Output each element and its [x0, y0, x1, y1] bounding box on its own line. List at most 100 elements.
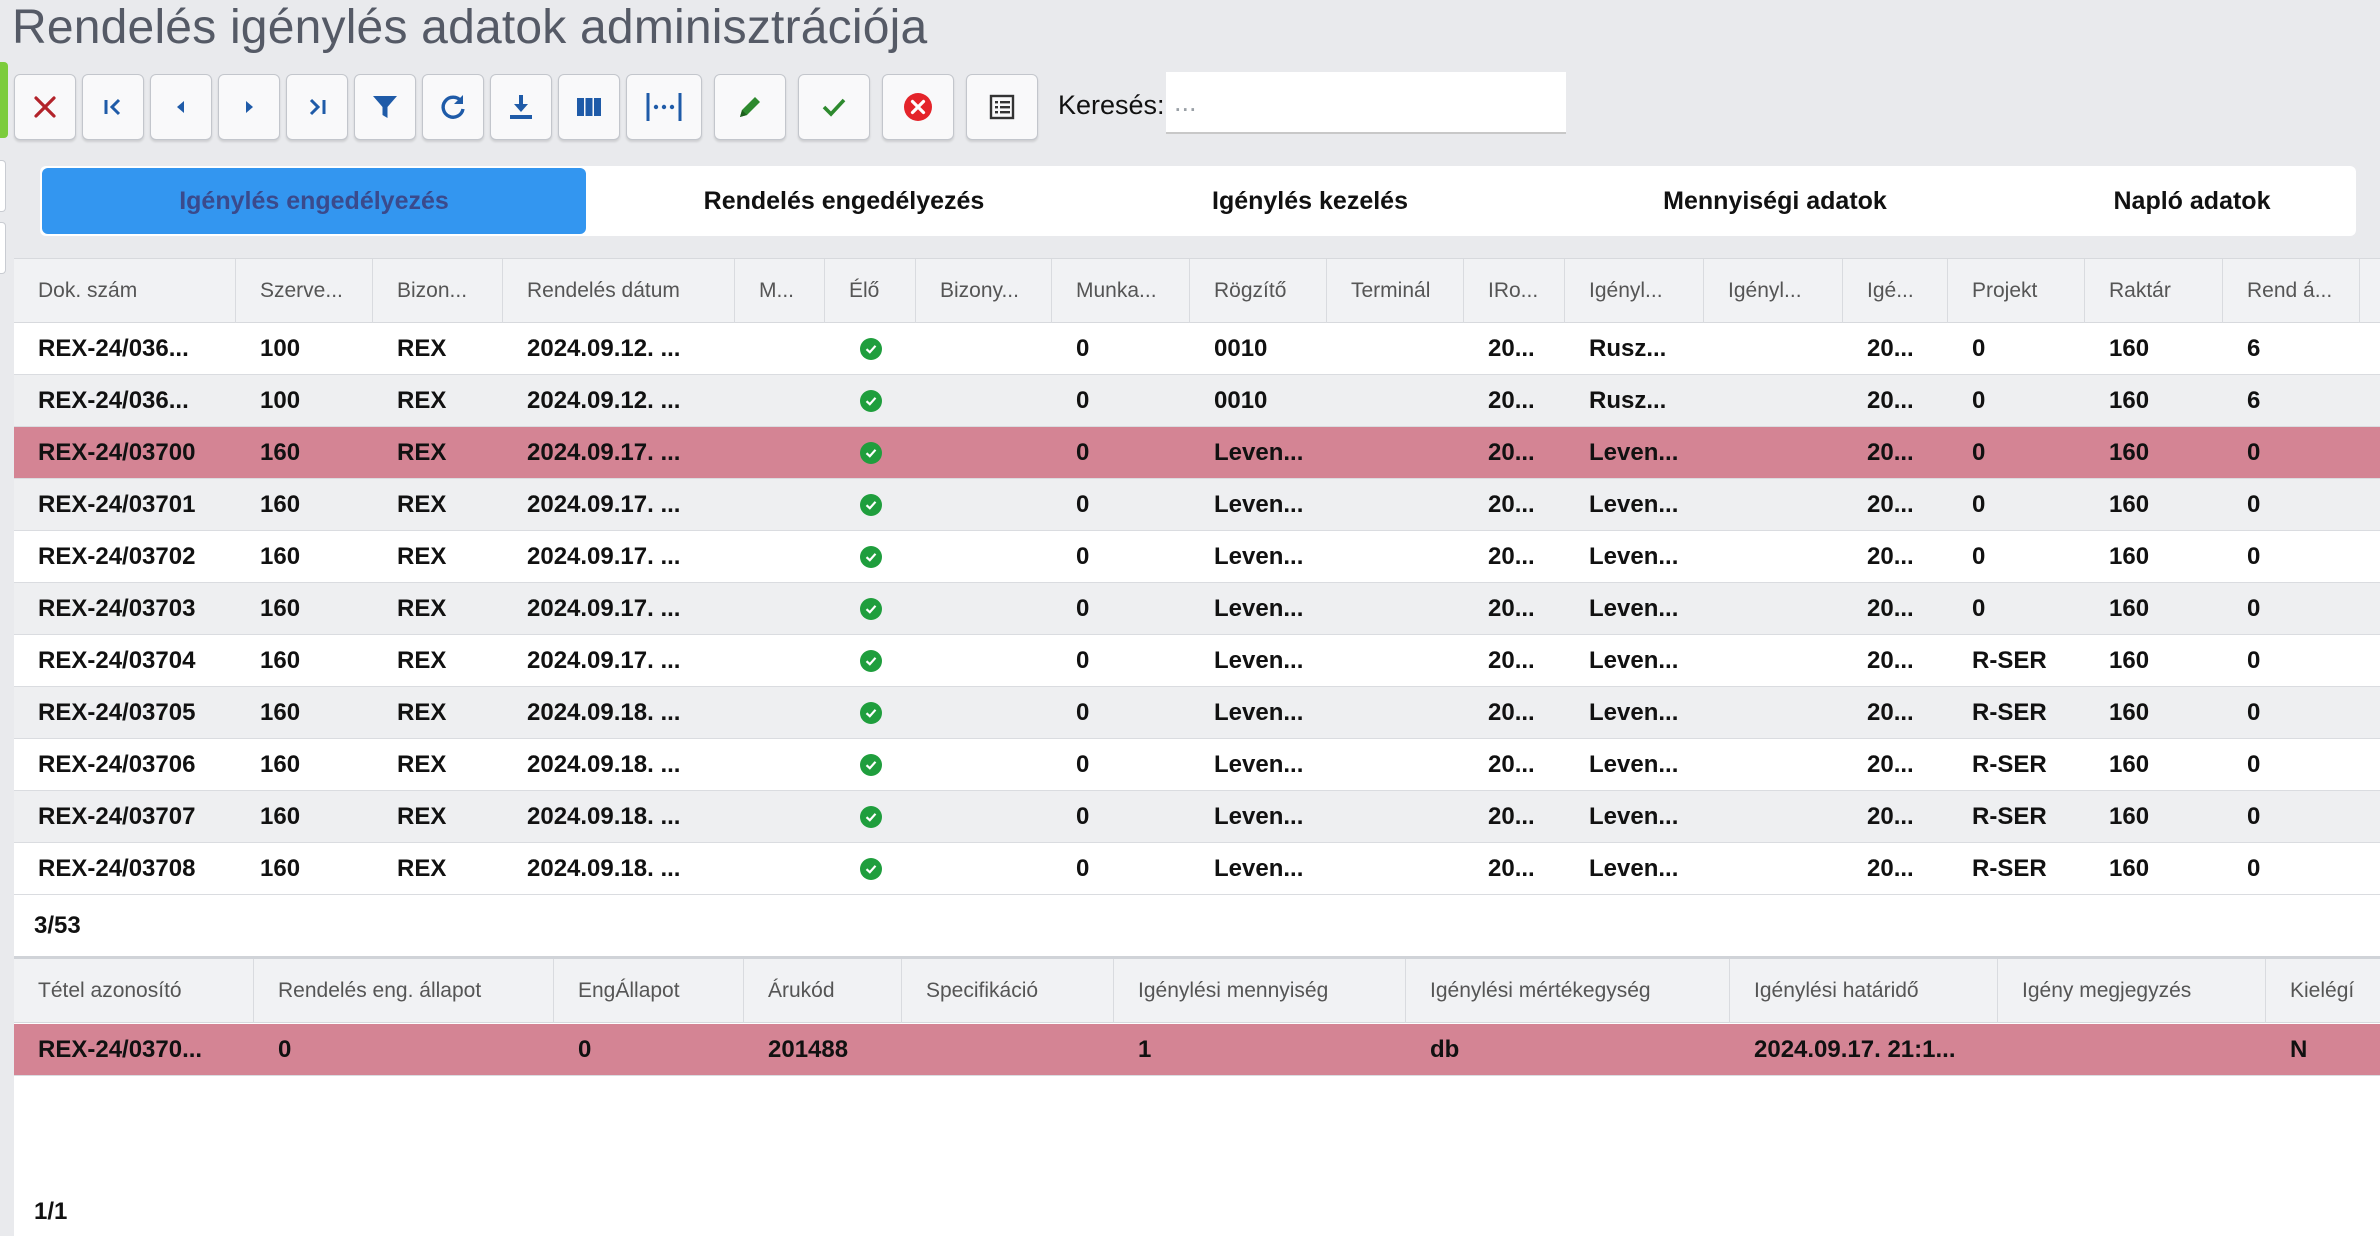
tab-2[interactable]: Igénylés kezelés — [1102, 166, 1518, 236]
page-title: Rendelés igénylés adatok adminisztrációj… — [12, 1, 928, 54]
detail-grid-column-header[interactable]: Specifikáció — [902, 959, 1114, 1023]
main-grid-row[interactable]: REX-24/036... 100 REX 2024.09.12. ... 0 0010 2… — [14, 323, 2380, 375]
search-input[interactable] — [1166, 72, 1566, 134]
download-button[interactable] — [490, 74, 552, 140]
column-header-label: Projekt — [1972, 279, 2038, 302]
table-cell: 20... — [1867, 699, 1914, 726]
main-grid-column-header[interactable]: Rendelés dátum — [503, 259, 735, 323]
table-cell — [916, 635, 1052, 687]
last-record-button[interactable] — [286, 74, 348, 140]
table-cell: 2024.09.18. ... — [527, 855, 681, 882]
table-cell: R-SER — [1972, 855, 2047, 882]
refresh-icon — [438, 92, 468, 122]
table-cell: 20... — [1867, 855, 1914, 882]
table-cell: 0010 — [1214, 335, 1268, 362]
table-cell — [735, 843, 825, 895]
detail-grid-column-header[interactable]: Rendelés eng. állapot — [254, 959, 554, 1023]
main-grid-row[interactable]: REX-24/036... 100 REX 2024.09.12. ... 0 0010 2… — [14, 375, 2380, 427]
left-panel-handle[interactable] — [0, 160, 6, 212]
main-grid-column-header[interactable]: Dok. szám — [14, 259, 236, 323]
table-cell: 2024.09.12. ... — [527, 387, 681, 414]
table-cell: REX-24/03703 — [38, 595, 196, 622]
main-grid-row[interactable]: REX-24/03704 160 REX 2024.09.17. ... 0 Leven.… — [14, 635, 2380, 687]
filter-button[interactable] — [354, 74, 416, 140]
main-grid-column-header[interactable]: IRo... — [1464, 259, 1565, 323]
column-header-label: Bizony... — [940, 279, 1019, 302]
table-cell — [1998, 1024, 2266, 1076]
main-grid-row[interactable]: REX-24/03702 160 REX 2024.09.17. ... 0 Leven.… — [14, 531, 2380, 583]
columns-button[interactable] — [558, 74, 620, 140]
edit-button[interactable] — [714, 74, 786, 140]
left-panel-handle[interactable] — [0, 222, 6, 274]
table-cell — [1327, 427, 1464, 479]
main-grid-column-header[interactable]: Rend á... — [2223, 259, 2360, 323]
detail-grid-column-header[interactable]: Igénylési mennyiség — [1114, 959, 1406, 1023]
close-button[interactable] — [14, 74, 76, 140]
main-grid-row[interactable]: REX-24/03703 160 REX 2024.09.17. ... 0 Leven.… — [14, 583, 2380, 635]
main-grid-column-header[interactable]: Igényl... — [1565, 259, 1704, 323]
table-cell: Leven... — [1214, 699, 1304, 726]
main-grid-column-header[interactable]: Élő — [825, 259, 916, 323]
main-grid-column-header[interactable]: Szerve... — [236, 259, 373, 323]
main-grid-column-header[interactable]: Terminál — [1327, 259, 1464, 323]
main-grid-row[interactable]: REX-24/03701 160 REX 2024.09.17. ... 0 Leven.… — [14, 479, 2380, 531]
next-record-button[interactable] — [218, 74, 280, 140]
column-header-label: Dok. szám — [38, 279, 138, 302]
active-status-cell — [825, 687, 916, 739]
table-cell — [735, 687, 825, 739]
table-cell — [1704, 531, 1843, 583]
tab-3[interactable]: Mennyiségi adatok — [1522, 166, 2028, 236]
main-grid-column-header[interactable]: Raktár — [2085, 259, 2223, 323]
main-grid-row[interactable]: REX-24/03708 160 REX 2024.09.18. ... 0 Leven.… — [14, 843, 2380, 895]
table-cell: 0 — [1076, 439, 1090, 466]
table-cell: N — [2290, 1036, 2308, 1063]
main-grid-row[interactable]: REX-24/03706 160 REX 2024.09.18. ... 0 Leven.… — [14, 739, 2380, 791]
main-grid-row[interactable]: REX-24/03700 160 REX 2024.09.17. ... 0 Leven.… — [14, 427, 2380, 479]
table-cell: REX — [397, 699, 447, 726]
previous-record-button[interactable] — [150, 74, 212, 140]
table-cell: 2024.09.17. ... — [527, 491, 681, 518]
main-grid-column-header[interactable]: Bizon... — [373, 259, 503, 323]
list-view-button[interactable] — [966, 74, 1038, 140]
detail-grid: Tétel azonosító Rendelés eng. állapot EngÁ… — [14, 956, 2380, 1236]
table-cell: REX — [397, 491, 447, 518]
main-grid-row[interactable]: REX-24/03705 160 REX 2024.09.18. ... 0 Leven.… — [14, 687, 2380, 739]
main-grid-row[interactable]: REX-24/03707 160 REX 2024.09.18. ... 0 Leven.… — [14, 791, 2380, 843]
approve-button[interactable] — [798, 74, 870, 140]
main-grid-column-header[interactable]: Rögzítő — [1190, 259, 1327, 323]
tab-bar: Igénylés engedélyezés Rendelés engedélyez… — [40, 166, 2356, 236]
detail-grid-column-header[interactable]: Igény megjegyzés — [1998, 959, 2266, 1023]
main-grid-column-header[interactable]: Igé... — [1843, 259, 1948, 323]
reject-button[interactable] — [882, 74, 954, 140]
table-cell — [916, 323, 1052, 375]
table-cell: 160 — [260, 439, 301, 466]
table-cell: REX-24/03705 — [38, 699, 196, 726]
table-cell: 20... — [1867, 491, 1914, 518]
main-grid-column-header[interactable]: M... — [735, 259, 825, 323]
detail-grid-column-header[interactable]: Kielégí — [2266, 959, 2380, 1023]
main-grid-column-header[interactable]: Munka... — [1052, 259, 1190, 323]
table-cell: 2024.09.18. ... — [527, 699, 681, 726]
first-record-button[interactable] — [82, 74, 144, 140]
table-cell: 20... — [1488, 803, 1535, 830]
detail-grid-column-header[interactable]: EngÁllapot — [554, 959, 744, 1023]
detail-grid-column-header[interactable]: Igénylési mértékegység — [1406, 959, 1730, 1023]
detail-grid-column-header[interactable]: Igénylési határidő — [1730, 959, 1998, 1023]
table-cell: 160 — [2109, 491, 2150, 518]
refresh-button[interactable] — [422, 74, 484, 140]
tab-1[interactable]: Rendelés engedélyezés — [590, 166, 1098, 236]
main-grid-column-header[interactable]: Igényl... — [1704, 259, 1843, 323]
search-label: Keresés: — [1058, 90, 1165, 120]
table-cell: 0 — [2247, 699, 2261, 726]
detail-grid-column-header[interactable]: Árukód — [744, 959, 902, 1023]
detail-grid-column-header[interactable]: Tétel azonosító — [14, 959, 254, 1023]
column-width-button[interactable] — [626, 74, 702, 140]
table-cell: 160 — [2109, 335, 2150, 362]
detail-grid-row[interactable]: REX-24/0370... 0 0 201488 1 db 2024.09.17. 21:… — [14, 1024, 2380, 1076]
tab-4[interactable]: Napló adatok — [2030, 166, 2354, 236]
tab-0[interactable]: Igénylés engedélyezés — [42, 168, 586, 234]
column-header-label: Igényl... — [1589, 279, 1663, 302]
main-grid-column-header[interactable]: Bizony... — [916, 259, 1052, 323]
main-grid-column-header[interactable]: Projekt — [1948, 259, 2085, 323]
first-page-icon — [99, 93, 127, 121]
